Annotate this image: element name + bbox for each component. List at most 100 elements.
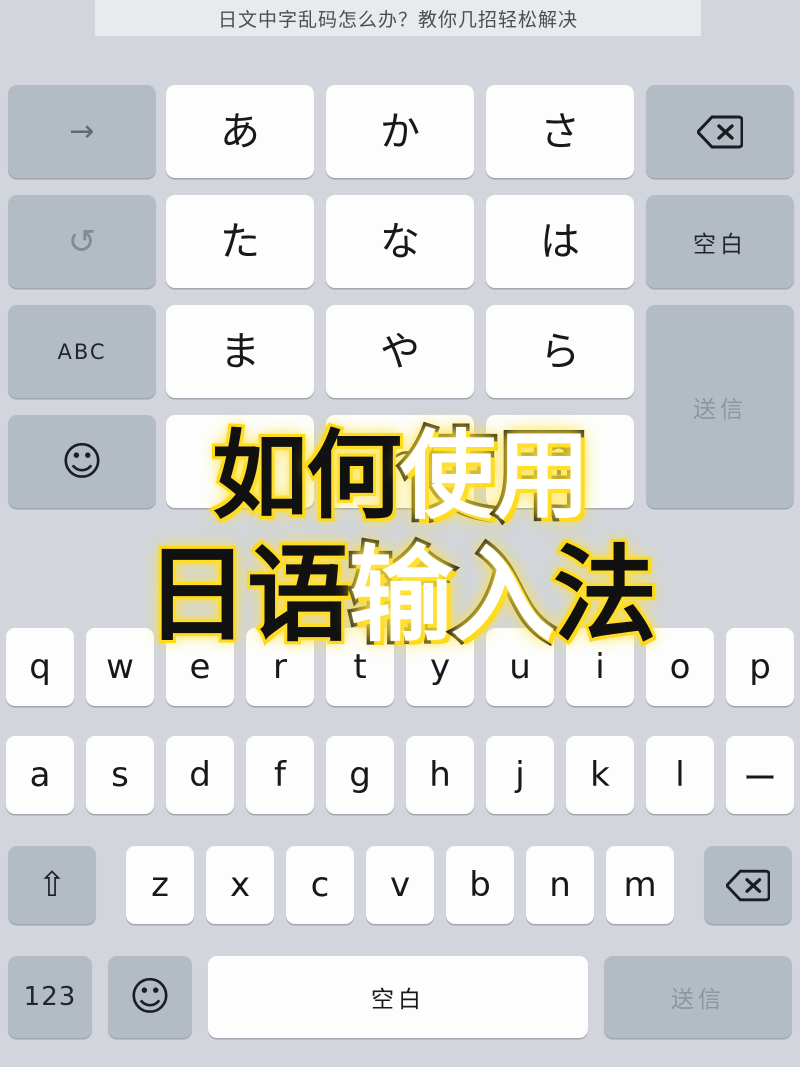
qwerty-key-k[interactable]: k xyxy=(566,736,634,814)
qwerty-key-a[interactable]: a xyxy=(6,736,74,814)
kana-label: か xyxy=(380,108,420,155)
key-label: k xyxy=(590,755,610,795)
kana-label: た xyxy=(220,218,260,265)
kana-label: は xyxy=(540,218,580,265)
arrow-right-key[interactable]: → xyxy=(8,85,156,178)
key-label: w xyxy=(106,647,134,687)
qwerty-key-h[interactable]: h xyxy=(406,736,474,814)
key-label: f xyxy=(274,755,286,795)
kana-key-ya[interactable]: や xyxy=(326,305,474,398)
qwerty-key-g[interactable]: g xyxy=(326,736,394,814)
key-label: j xyxy=(515,755,525,795)
undo-icon: ↺ xyxy=(67,221,97,262)
kana-key-ta[interactable]: た xyxy=(166,195,314,288)
kana-key-na[interactable]: な xyxy=(326,195,474,288)
kana-label: さ xyxy=(540,108,580,155)
qwerty-key-q[interactable]: q xyxy=(6,628,74,706)
qwerty-delete-key[interactable] xyxy=(704,846,792,924)
qwerty-key-b[interactable]: b xyxy=(446,846,514,924)
key-label: r xyxy=(273,647,287,687)
qwerty-key-s[interactable]: s xyxy=(86,736,154,814)
qwerty-key-y[interactable]: y xyxy=(406,628,474,706)
key-label: y xyxy=(429,647,451,687)
key-label: o xyxy=(669,647,691,687)
backspace-icon xyxy=(697,115,743,148)
abc-mode-label: ABC xyxy=(57,339,107,364)
kana-label: ら xyxy=(540,328,580,375)
kana-key-ha[interactable]: は xyxy=(486,195,634,288)
qwerty-send-key[interactable]: 送信 xyxy=(604,956,792,1038)
key-label: e xyxy=(189,647,211,687)
key-label: n xyxy=(549,865,571,905)
kana-label: や xyxy=(380,328,420,375)
emoji-key[interactable]: ☺ xyxy=(8,415,156,508)
qwerty-space-key[interactable]: 空白 xyxy=(208,956,588,1038)
arrow-right-icon: → xyxy=(69,113,95,149)
smiley-icon: ☺ xyxy=(61,438,103,485)
qwerty-key-l[interactable]: l xyxy=(646,736,714,814)
kana-space-key[interactable]: 空白 xyxy=(646,195,794,288)
key-label: z xyxy=(151,865,169,905)
kana-key-ka[interactable]: か xyxy=(326,85,474,178)
qwerty-key-x[interactable]: x xyxy=(206,846,274,924)
qwerty-key-i[interactable]: i xyxy=(566,628,634,706)
qwerty-key-v[interactable]: v xyxy=(366,846,434,924)
backspace-icon xyxy=(726,869,770,901)
kana-key-ra[interactable]: ら xyxy=(486,305,634,398)
qwerty-key-o[interactable]: o xyxy=(646,628,714,706)
delete-key[interactable] xyxy=(646,85,794,178)
key-label: c xyxy=(310,865,330,905)
key-label: i xyxy=(595,647,605,687)
qwerty-key-p[interactable]: p xyxy=(726,628,794,706)
kana-key-question[interactable]: ? xyxy=(486,415,634,508)
qwerty-key-j[interactable]: j xyxy=(486,736,554,814)
kana-label: な xyxy=(380,218,420,265)
key-label: x xyxy=(229,865,251,905)
kana-label: わ xyxy=(380,438,420,485)
undo-key[interactable]: ↺ xyxy=(8,195,156,288)
qwerty-key-r[interactable]: r xyxy=(246,628,314,706)
kana-space-label: 空白 xyxy=(693,231,747,258)
kana-key-a[interactable]: あ xyxy=(166,85,314,178)
qwerty-key-e[interactable]: e xyxy=(166,628,234,706)
qwerty-key-m[interactable]: m xyxy=(606,846,674,924)
key-label: b xyxy=(469,865,491,905)
kana-label: 、 xyxy=(220,438,260,485)
qwerty-key-t[interactable]: t xyxy=(326,628,394,706)
numeric-mode-label: 123 xyxy=(23,982,77,1012)
key-label: g xyxy=(349,755,371,795)
key-label: h xyxy=(429,755,451,795)
kana-key-wa[interactable]: わ xyxy=(326,415,474,508)
qwerty-key-z[interactable]: z xyxy=(126,846,194,924)
qwerty-key-longvowel[interactable]: ー xyxy=(726,736,794,814)
key-label: q xyxy=(29,647,51,687)
key-label: t xyxy=(353,647,367,687)
qwerty-key-u[interactable]: u xyxy=(486,628,554,706)
kana-label: ま xyxy=(220,328,260,375)
abc-mode-key[interactable]: ABC xyxy=(8,305,156,398)
key-label: a xyxy=(29,755,51,795)
kana-key-sa[interactable]: さ xyxy=(486,85,634,178)
qwerty-key-d[interactable]: d xyxy=(166,736,234,814)
send-label: 送信 xyxy=(671,987,725,1013)
shift-key[interactable]: ⇧ xyxy=(8,846,96,924)
qwerty-emoji-key[interactable]: ☺ xyxy=(108,956,192,1038)
kana-send-label: 送信 xyxy=(693,396,747,423)
qwerty-key-f[interactable]: f xyxy=(246,736,314,814)
kana-key-punct[interactable]: 、 xyxy=(166,415,314,508)
key-label: p xyxy=(749,647,771,687)
kana-key-ma[interactable]: ま xyxy=(166,305,314,398)
key-label: l xyxy=(675,755,685,795)
smiley-icon: ☺ xyxy=(129,974,171,1020)
kana-send-key[interactable]: 送信 xyxy=(646,305,794,508)
space-label: 空白 xyxy=(371,987,425,1013)
key-label: m xyxy=(623,865,657,905)
qwerty-key-w[interactable]: w xyxy=(86,628,154,706)
numeric-mode-key[interactable]: 123 xyxy=(8,956,92,1038)
key-label: u xyxy=(509,647,531,687)
page-title: 日文中字乱码怎么办？教你几招轻松解决 xyxy=(217,8,578,31)
qwerty-key-n[interactable]: n xyxy=(526,846,594,924)
shift-icon: ⇧ xyxy=(37,865,67,905)
key-label: s xyxy=(111,755,129,795)
qwerty-key-c[interactable]: c xyxy=(286,846,354,924)
